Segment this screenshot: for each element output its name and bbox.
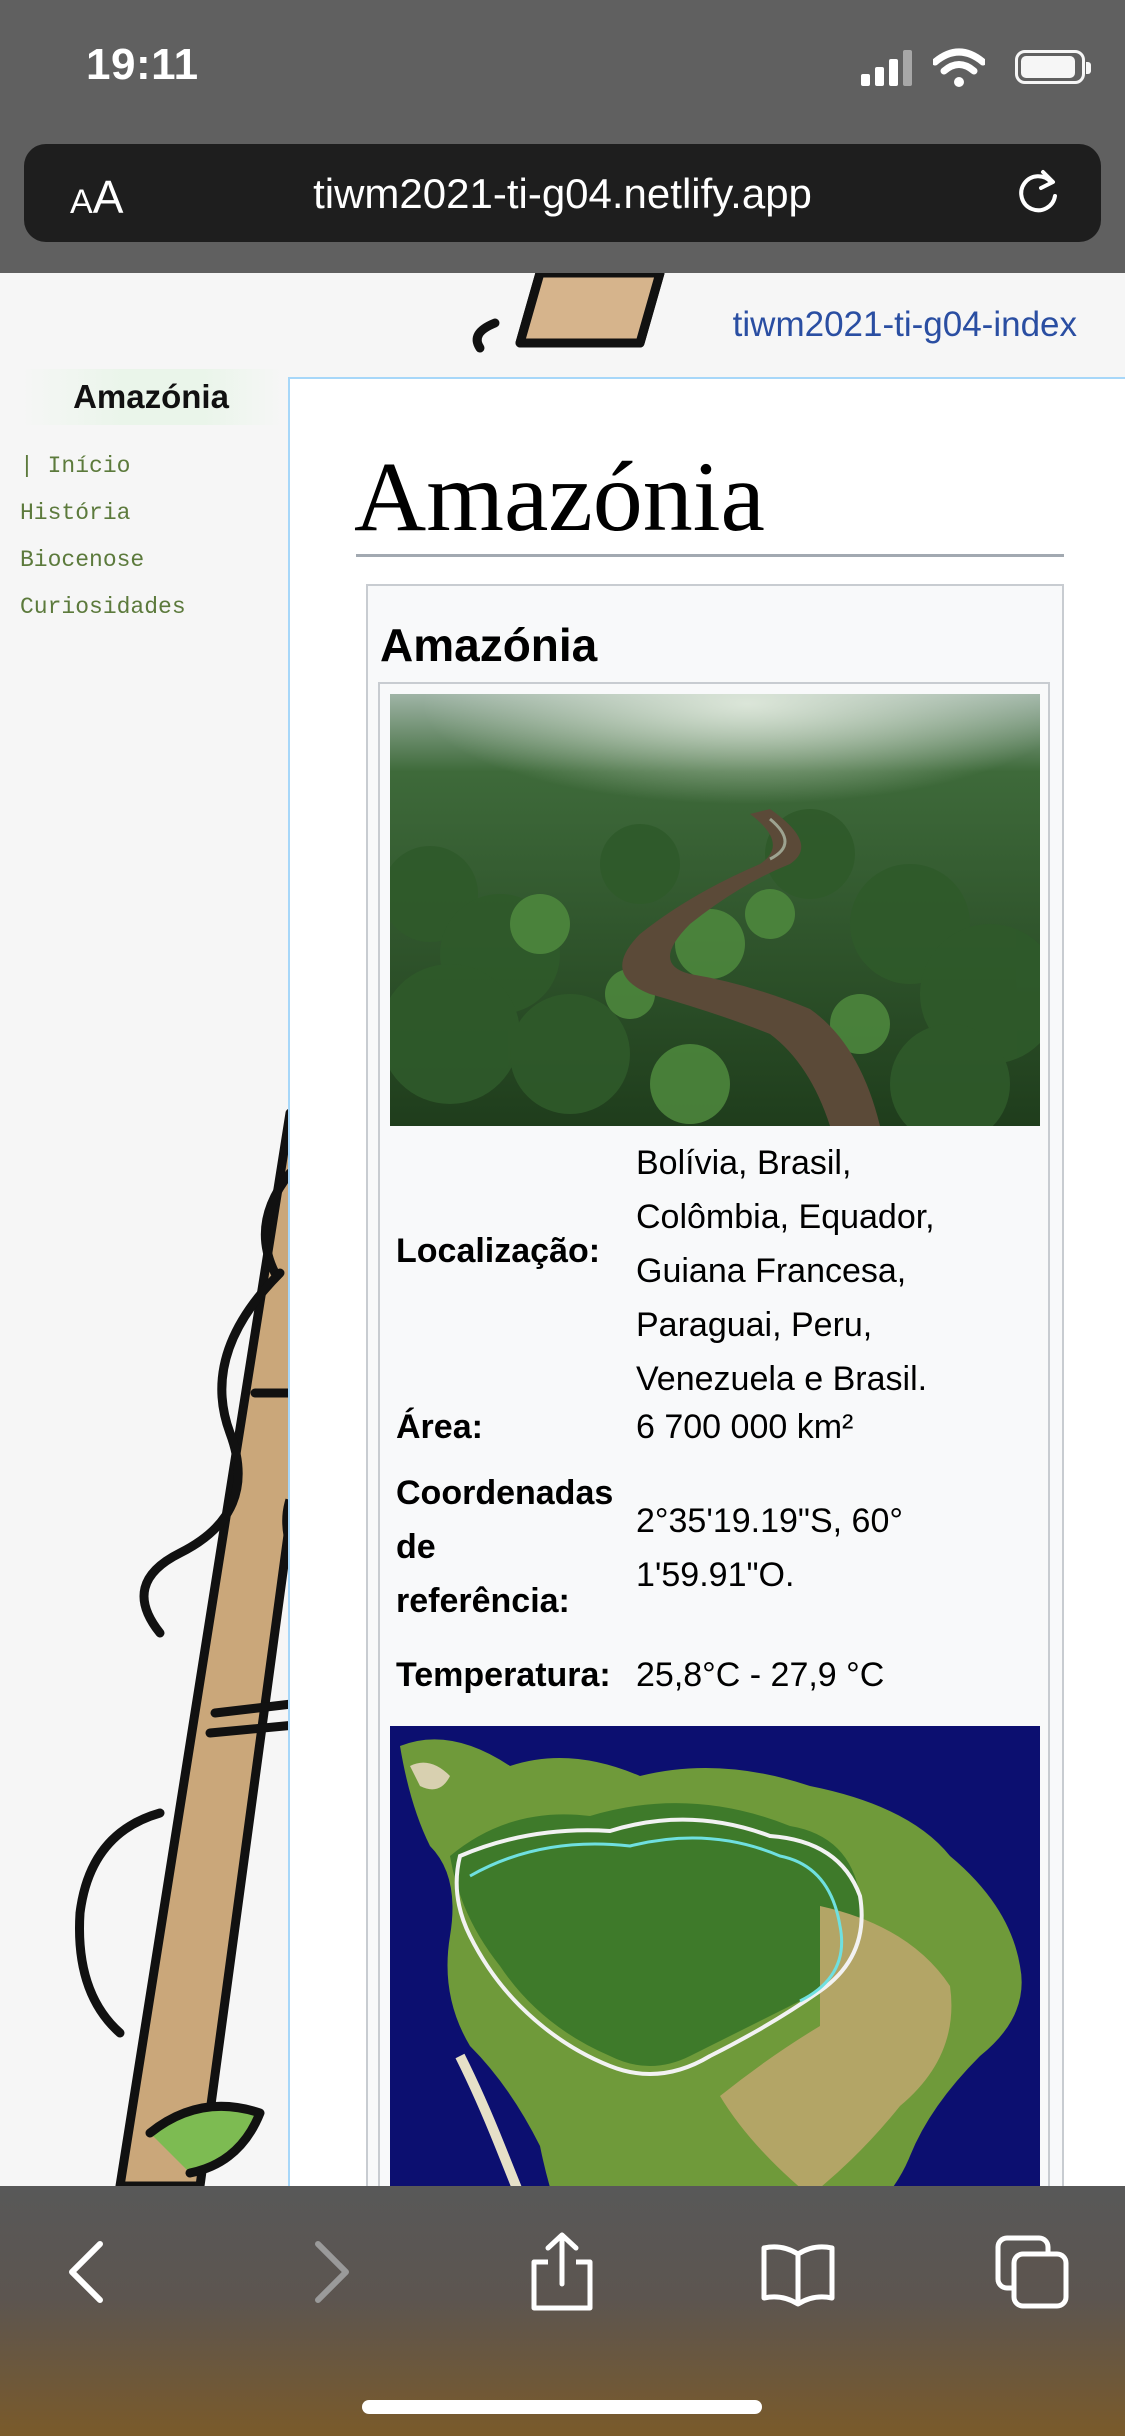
home-indicator[interactable]	[362, 2400, 762, 2414]
reload-icon[interactable]	[1013, 168, 1063, 218]
index-link[interactable]: tiwm2021-ti-g04-index	[733, 305, 1077, 345]
infobox-table: Localização: Bolívia, Brasil, Colômbia, …	[378, 682, 1050, 2186]
amazon-basin-map[interactable]	[390, 1726, 1040, 2186]
title-divider	[356, 554, 1064, 557]
url-text[interactable]: tiwm2021-ti-g04.netlify.app	[24, 170, 1101, 218]
sidebar-item-inicio[interactable]: | Início	[20, 443, 186, 490]
main-content: Amazónia Amazónia Localização: Bolívia, …	[288, 377, 1125, 2186]
sidebar-item-historia[interactable]: História	[20, 490, 186, 537]
infobox-title: Amazónia	[380, 619, 598, 671]
address-bar[interactable]: AA tiwm2021-ti-g04.netlify.app	[24, 144, 1101, 242]
status-time: 19:11	[86, 40, 199, 89]
bottom-toolbar	[0, 2186, 1125, 2436]
tabs-icon[interactable]	[992, 2232, 1072, 2312]
row-value: 6 700 000 km²	[636, 1408, 854, 1446]
row-value: Bolívia, Brasil, Colômbia, Equador, Guia…	[636, 1144, 935, 1398]
forward-icon[interactable]	[290, 2232, 370, 2312]
row-key: Área:	[396, 1408, 483, 1446]
row-key: Coordenadas de referência:	[396, 1474, 614, 1620]
row-value: 2°35'19.19"S, 60° 1'59.91"O.	[636, 1502, 903, 1594]
back-icon[interactable]	[48, 2232, 128, 2312]
signal-icon	[861, 50, 915, 86]
sidebar-item-curiosidades[interactable]: Curiosidades	[20, 584, 186, 631]
bookmarks-icon[interactable]	[758, 2232, 838, 2312]
infobox: Amazónia Localização: Bolívia, Brasil, C…	[366, 584, 1064, 2186]
page-title: Amazónia	[354, 441, 765, 552]
battery-icon	[1015, 50, 1091, 84]
share-icon[interactable]	[522, 2232, 602, 2312]
amazon-river-photo[interactable]	[390, 694, 1040, 1126]
wifi-icon	[933, 48, 985, 87]
sidebar-title: Amazónia	[20, 369, 282, 425]
sidebar-item-biocenose[interactable]: Biocenose	[20, 537, 186, 584]
top-chrome: 19:11 AA tiwm2021-ti-g04.netlify.app	[0, 0, 1125, 273]
row-key: Temperatura:	[396, 1656, 611, 1694]
sidebar-nav: | Início História Biocenose Curiosidades	[20, 443, 186, 631]
row-key: Localização:	[396, 1232, 601, 1270]
row-value: 25,8°C - 27,9 °C	[636, 1656, 885, 1694]
web-page: tiwm2021-ti-g04-index Amazónia | Início …	[0, 273, 1125, 2186]
